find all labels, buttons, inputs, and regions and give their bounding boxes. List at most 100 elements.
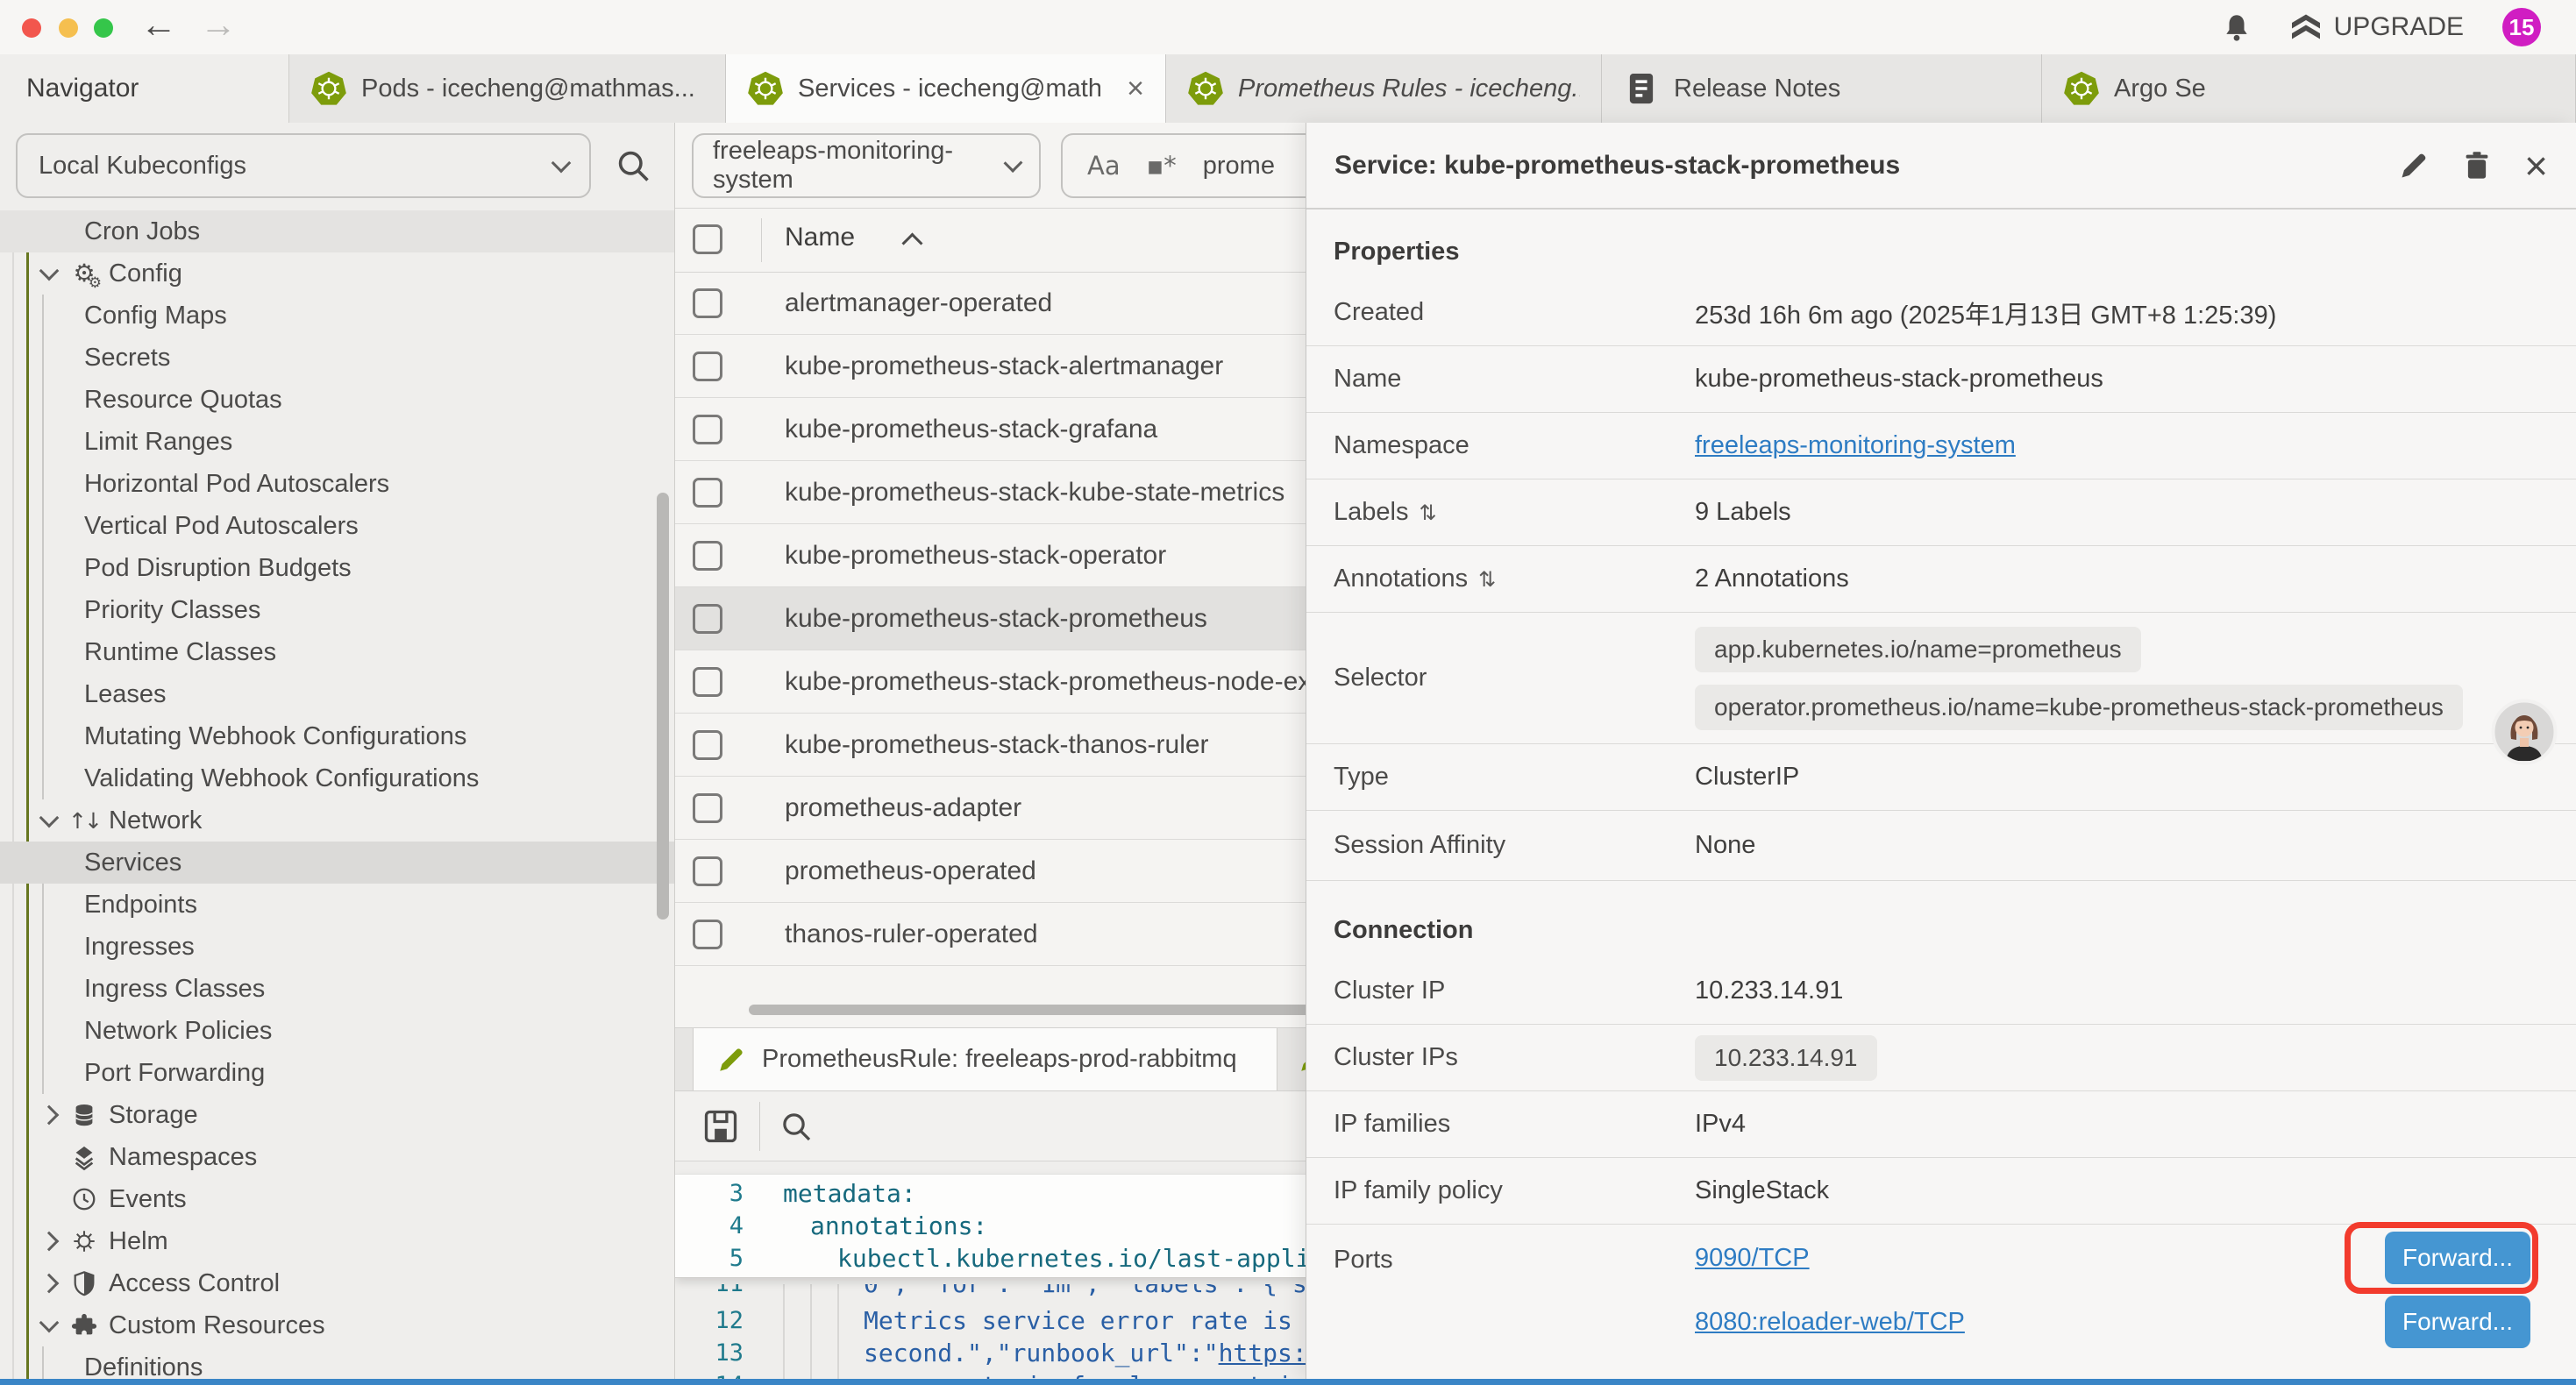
tab-prometheus-rules-icecheng[interactable]: Prometheus Rules - icecheng...: [1166, 54, 1602, 123]
chevron-down-icon[interactable]: [33, 1310, 65, 1341]
upgrade-button[interactable]: UPGRADE: [2290, 12, 2464, 42]
sidebar-item-ingress-classes[interactable]: Ingress Classes: [0, 968, 674, 1010]
sidebar-search-icon[interactable]: [614, 146, 652, 185]
sidebar-item-helm[interactable]: Helm: [0, 1220, 674, 1262]
code-text: metadata:: [783, 1179, 916, 1208]
forward-button[interactable]: Forward...: [2385, 1232, 2530, 1284]
sidebar-item-services[interactable]: Services: [0, 842, 674, 884]
match-case-toggle[interactable]: Aa: [1087, 151, 1121, 181]
close-window-button[interactable]: [22, 18, 41, 38]
tab-close-icon[interactable]: ×: [1114, 72, 1144, 106]
sidebar-item-cron-jobs[interactable]: Cron Jobs: [0, 210, 674, 252]
code-text: second.","runbook_url":": [864, 1339, 1219, 1367]
sidebar-item-runtime-classes[interactable]: Runtime Classes: [0, 631, 674, 673]
row-checkbox[interactable]: [693, 352, 722, 381]
selector-chip: operator.prometheus.io/name=kube-prometh…: [1695, 685, 2463, 730]
back-arrow-icon[interactable]: ←: [140, 4, 177, 46]
code-text: annotations:: [810, 1211, 987, 1240]
sidebar-item-events[interactable]: Events: [0, 1178, 674, 1220]
chevron-right-icon[interactable]: [33, 1225, 65, 1257]
chevron-down-icon[interactable]: [33, 805, 65, 836]
sidebar-item-network-policies[interactable]: Network Policies: [0, 1010, 674, 1052]
sidebar-item-config[interactable]: ⚙⚙Config: [0, 252, 674, 295]
service-name: kube-prometheus-stack-prometheus-node-ex…: [785, 667, 1349, 697]
sidebar-item-resource-quotas[interactable]: Resource Quotas: [0, 379, 674, 421]
sidebar-item-endpoints[interactable]: Endpoints: [0, 884, 674, 926]
port-link[interactable]: 8080:reloader-web/TCP: [1695, 1308, 1965, 1337]
sidebar-item-label: Limit Ranges: [84, 428, 232, 457]
sidebar-item-label: Endpoints: [84, 891, 197, 920]
regex-toggle[interactable]: ▪*: [1147, 151, 1177, 181]
tab-release-notes[interactable]: Release Notes: [1602, 54, 2042, 123]
sidebar-item-limit-ranges[interactable]: Limit Ranges: [0, 421, 674, 463]
code-text: error rate in freeleaps metrics ser: [864, 1371, 1381, 1379]
row-checkbox[interactable]: [693, 478, 722, 508]
notifications-bell-icon[interactable]: [2222, 12, 2252, 42]
chevron-right-icon[interactable]: [33, 1099, 65, 1131]
sidebar-item-mutating-webhook-configurations[interactable]: Mutating Webhook Configurations: [0, 715, 674, 757]
sidebar-item-label: Secrets: [84, 344, 170, 373]
sidebar-item-label: Custom Resources: [109, 1311, 325, 1340]
zoom-window-button[interactable]: [94, 18, 113, 38]
sort-updown-icon[interactable]: ⇅: [1478, 567, 1496, 592]
sidebar-item-storage[interactable]: Storage: [0, 1094, 674, 1136]
row-checkbox[interactable]: [693, 541, 722, 571]
row-checkbox[interactable]: [693, 793, 722, 823]
user-avatar[interactable]: [2490, 698, 2558, 766]
namespace-link[interactable]: freeleaps-monitoring-system: [1695, 431, 2016, 460]
namespace-filter-dropdown[interactable]: freeleaps-monitoring-system: [692, 133, 1041, 198]
sort-updown-icon[interactable]: ⇅: [1419, 501, 1436, 525]
sidebar-item-label: Network: [109, 806, 202, 835]
delete-trash-icon[interactable]: [2461, 150, 2493, 181]
name-column-header[interactable]: Name: [785, 223, 855, 252]
sidebar-scrollbar[interactable]: [657, 493, 669, 920]
sidebar-item-namespaces[interactable]: Namespaces: [0, 1136, 674, 1178]
sort-ascending-icon[interactable]: [901, 232, 922, 253]
sidebar-item-validating-webhook-configurations[interactable]: Validating Webhook Configurations: [0, 757, 674, 799]
sidebar-item-vertical-pod-autoscalers[interactable]: Vertical Pod Autoscalers: [0, 505, 674, 547]
save-icon[interactable]: [701, 1107, 740, 1146]
tab-argo-se[interactable]: Argo Se: [2042, 54, 2576, 123]
sidebar-item-secrets[interactable]: Secrets: [0, 337, 674, 379]
row-checkbox[interactable]: [693, 920, 722, 949]
editor-tab-prometheusrule[interactable]: PrometheusRule: freeleaps-prod-rabbitmq: [693, 1028, 1277, 1090]
sidebar-item-pod-disruption-budgets[interactable]: Pod Disruption Budgets: [0, 547, 674, 589]
close-icon[interactable]: ×: [2524, 146, 2548, 186]
sidebar-item-access-control[interactable]: Access Control: [0, 1262, 674, 1304]
sidebar-item-config-maps[interactable]: Config Maps: [0, 295, 674, 337]
row-checkbox[interactable]: [693, 415, 722, 444]
forward-button[interactable]: Forward...: [2385, 1296, 2530, 1348]
chevron-down-icon[interactable]: [33, 258, 65, 289]
sidebar-item-ingresses[interactable]: Ingresses: [0, 926, 674, 968]
sidebar-item-horizontal-pod-autoscalers[interactable]: Horizontal Pod Autoscalers: [0, 463, 674, 505]
sidebar-item-port-forwarding[interactable]: Port Forwarding: [0, 1052, 674, 1094]
row-checkbox[interactable]: [693, 856, 722, 886]
edit-pencil-icon[interactable]: [2398, 150, 2430, 181]
row-checkbox[interactable]: [693, 288, 722, 318]
sidebar-item-leases[interactable]: Leases: [0, 673, 674, 715]
sidebar-item-network[interactable]: ↑↓Network: [0, 799, 674, 842]
sidebar-item-definitions[interactable]: Definitions: [0, 1346, 674, 1379]
chevron-right-icon[interactable]: [33, 1268, 65, 1299]
sidebar-item-label: Config Maps: [84, 302, 227, 330]
sidebar-item-custom-resources[interactable]: Custom Resources: [0, 1304, 674, 1346]
row-checkbox[interactable]: [693, 667, 722, 697]
forward-arrow-icon[interactable]: →: [200, 4, 237, 46]
kubeconfig-selector[interactable]: Local Kubeconfigs: [16, 133, 591, 198]
editor-search-icon[interactable]: [779, 1109, 814, 1144]
tab-services-icecheng-math[interactable]: Services - icecheng@math...×: [726, 54, 1166, 123]
tab-pods-icecheng-mathmas[interactable]: Pods - icecheng@mathmas...: [289, 54, 726, 123]
search-value: prome: [1203, 152, 1275, 181]
sidebar-item-label: Config: [109, 259, 182, 288]
navigator-pane-tab[interactable]: Navigator: [0, 54, 289, 123]
table-horizontal-scrollbar[interactable]: [749, 1005, 1313, 1015]
row-checkbox[interactable]: [693, 730, 722, 760]
service-name: kube-prometheus-stack-alertmanager: [785, 352, 1223, 381]
row-checkbox[interactable]: [693, 604, 722, 634]
kubeconfig-selector-value: Local Kubeconfigs: [39, 152, 246, 181]
port-link[interactable]: 9090/TCP: [1695, 1244, 1810, 1273]
notification-count-badge[interactable]: 15: [2502, 8, 2541, 46]
sidebar-item-priority-classes[interactable]: Priority Classes: [0, 589, 674, 631]
minimize-window-button[interactable]: [59, 18, 78, 38]
select-all-checkbox[interactable]: [693, 224, 722, 254]
